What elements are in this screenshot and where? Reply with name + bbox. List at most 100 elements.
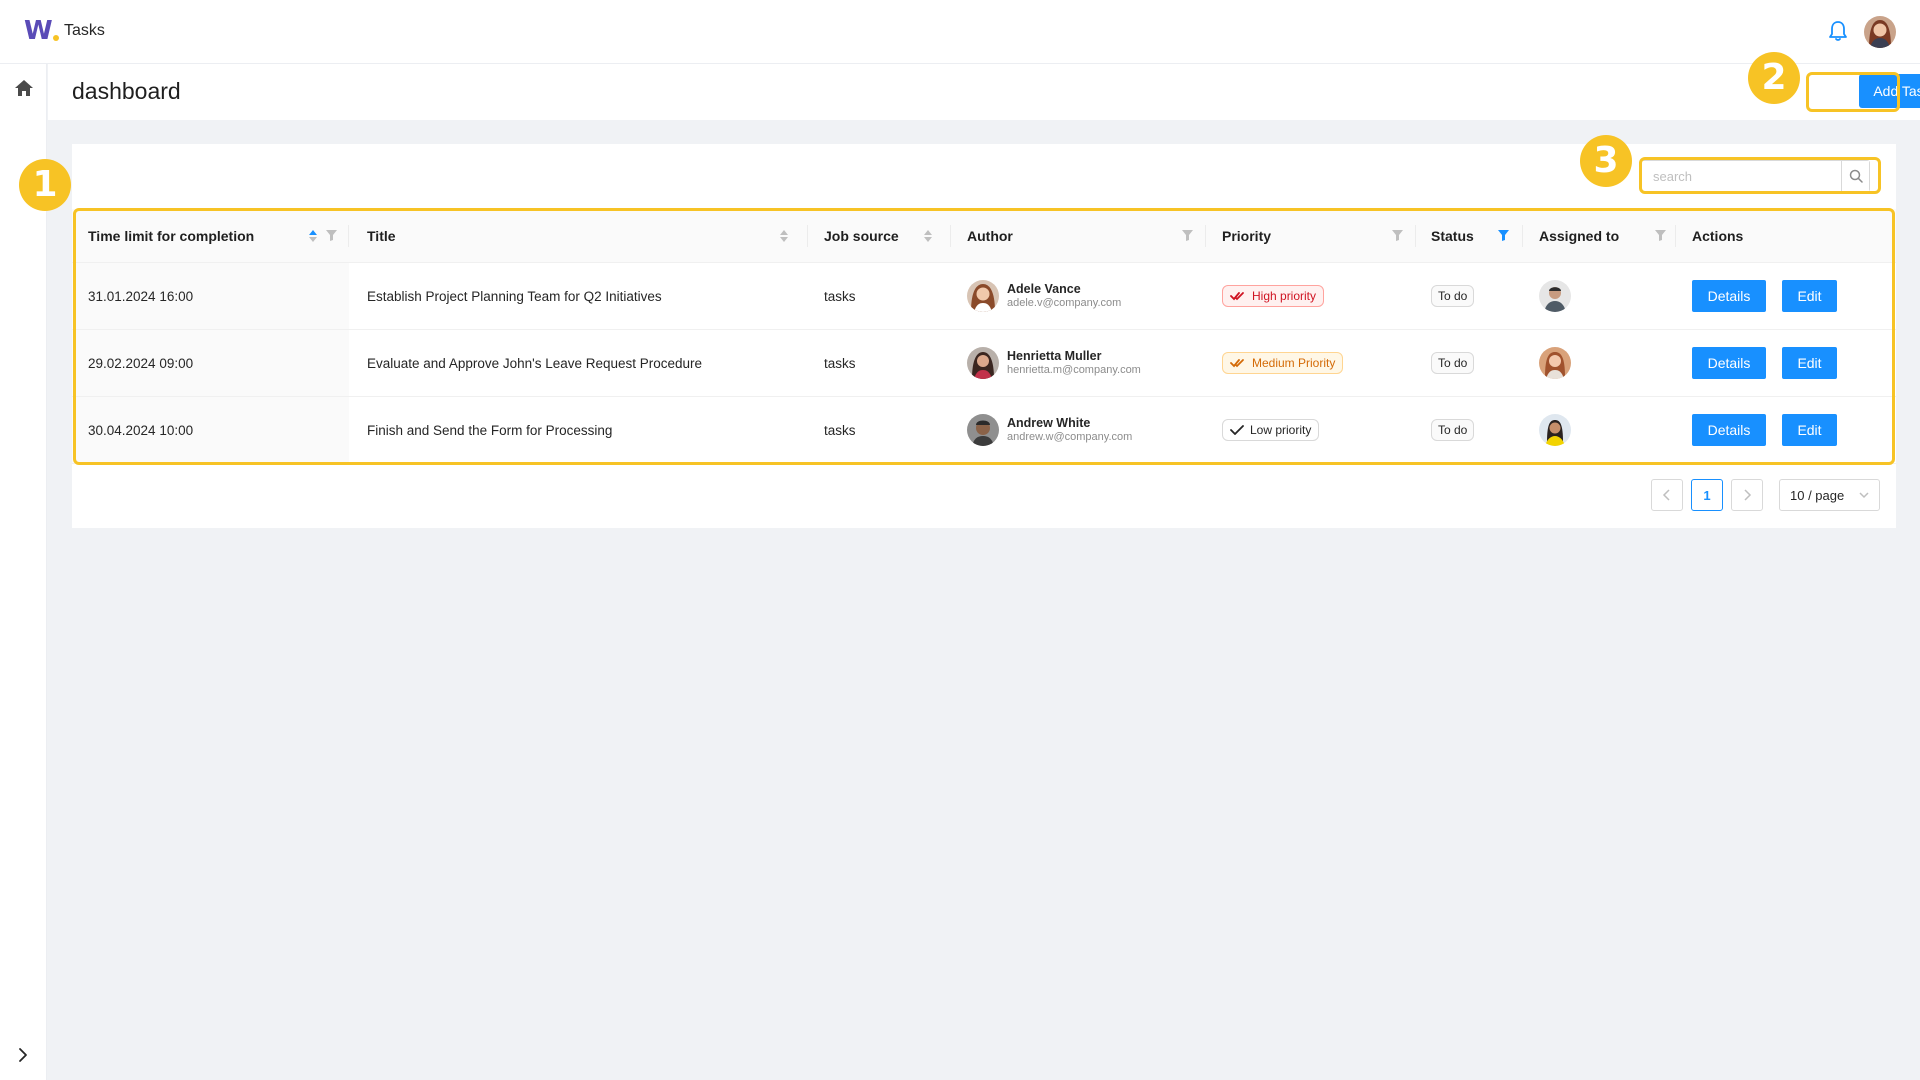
priority-label: Medium Priority bbox=[1252, 356, 1336, 370]
column-separator bbox=[1675, 225, 1676, 247]
double-check-icon bbox=[1230, 359, 1244, 368]
column-separator bbox=[807, 225, 808, 247]
sort-icon[interactable] bbox=[779, 229, 789, 243]
column-header-priority: Priority bbox=[1222, 227, 1272, 244]
assignee-avatar[interactable] bbox=[1539, 414, 1571, 446]
assigned-cell bbox=[1539, 263, 1571, 329]
author-name: Adele Vance bbox=[1007, 282, 1081, 296]
assignee-avatar[interactable] bbox=[1539, 280, 1571, 312]
status-cell: To do bbox=[1431, 397, 1475, 463]
assigned-cell bbox=[1539, 330, 1571, 396]
filter-icon-active[interactable] bbox=[1498, 230, 1509, 241]
actions-cell: Details Edit bbox=[1692, 263, 1837, 329]
author-cell: Henrietta Muller henrietta.m@company.com bbox=[967, 330, 1141, 396]
top-bar: W Tasks bbox=[0, 0, 1920, 64]
author-avatar bbox=[967, 414, 999, 446]
search-input[interactable] bbox=[1641, 161, 1841, 191]
column-header-title[interactable]: Title bbox=[367, 209, 396, 262]
author-cell: Adele Vance adele.v@company.com bbox=[967, 263, 1121, 329]
edit-button[interactable]: Edit bbox=[1782, 280, 1837, 312]
time-limit-cell: 30.04.2024 10:00 bbox=[88, 422, 194, 438]
user-avatar[interactable] bbox=[1864, 16, 1896, 48]
status-badge: To do bbox=[1431, 352, 1475, 374]
pagination-prev[interactable] bbox=[1651, 479, 1683, 511]
filter-icon[interactable] bbox=[1655, 230, 1666, 241]
annotation-marker-2: 2 bbox=[1748, 52, 1800, 104]
priority-cell: Medium Priority bbox=[1222, 330, 1344, 396]
table-header-row: Time limit for completion Title Job sour… bbox=[72, 209, 1896, 263]
column-separator bbox=[1522, 225, 1523, 247]
task-title-cell: Evaluate and Approve John's Leave Reques… bbox=[367, 355, 703, 371]
details-button[interactable]: Details bbox=[1692, 414, 1766, 446]
task-title-cell: Establish Project Planning Team for Q2 I… bbox=[367, 288, 662, 304]
filter-icon[interactable] bbox=[1182, 230, 1193, 241]
status-cell: To do bbox=[1431, 263, 1475, 329]
tasks-card: Time limit for completion Title Job sour… bbox=[72, 144, 1896, 528]
author-controls bbox=[1182, 209, 1193, 262]
assigned-cell bbox=[1539, 397, 1571, 463]
priority-label: High priority bbox=[1252, 289, 1317, 303]
column-separator bbox=[950, 225, 951, 247]
job-source-cell: tasks bbox=[824, 422, 856, 438]
details-button[interactable]: Details bbox=[1692, 280, 1766, 312]
status-badge: To do bbox=[1431, 419, 1475, 441]
filter-icon[interactable] bbox=[1392, 230, 1403, 241]
logo-dot bbox=[52, 35, 59, 41]
pagination-next[interactable] bbox=[1731, 479, 1763, 511]
priority-cell: Low priority bbox=[1222, 397, 1320, 463]
job-source-cell: tasks bbox=[824, 355, 856, 371]
column-header-status: Status bbox=[1431, 227, 1474, 244]
priority-badge-medium: Medium Priority bbox=[1222, 352, 1344, 374]
check-icon bbox=[1230, 425, 1244, 435]
assignee-avatar[interactable] bbox=[1539, 347, 1571, 379]
time-limit-controls bbox=[308, 209, 337, 262]
edit-button[interactable]: Edit bbox=[1782, 347, 1837, 379]
chevron-down-icon bbox=[1859, 492, 1869, 499]
column-separator bbox=[348, 225, 349, 247]
priority-cell: High priority bbox=[1222, 263, 1325, 329]
actions-cell: Details Edit bbox=[1692, 397, 1837, 463]
status-badge: To do bbox=[1431, 285, 1475, 307]
author-email: adele.v@company.com bbox=[1007, 297, 1122, 309]
sort-icon[interactable] bbox=[308, 229, 318, 243]
double-check-icon bbox=[1230, 292, 1244, 301]
bell-icon[interactable] bbox=[1828, 20, 1848, 42]
details-button[interactable]: Details bbox=[1692, 347, 1766, 379]
page-size-select[interactable]: 10 / page bbox=[1779, 479, 1880, 511]
author-avatar bbox=[967, 347, 999, 379]
title-controls bbox=[779, 209, 789, 262]
sidebar bbox=[0, 64, 47, 1080]
page-size-value: 10 / page bbox=[1790, 487, 1845, 503]
task-title-cell: Finish and Send the Form for Processing bbox=[367, 422, 613, 438]
search-box bbox=[1640, 160, 1870, 192]
column-header-author: Author bbox=[967, 227, 1013, 244]
page-header: dashboard Add Task bbox=[48, 64, 1920, 120]
search-button[interactable] bbox=[1841, 161, 1869, 191]
priority-badge-high: High priority bbox=[1222, 285, 1325, 307]
priority-controls bbox=[1392, 209, 1403, 262]
page-title: dashboard bbox=[72, 78, 181, 104]
add-task-button[interactable]: Add Task bbox=[1859, 74, 1920, 108]
chevron-right-icon bbox=[1744, 489, 1752, 501]
column-header-job-source[interactable]: Job source bbox=[824, 209, 899, 262]
time-limit-cell: 29.02.2024 09:00 bbox=[88, 355, 194, 371]
column-header-time-limit[interactable]: Time limit for completion bbox=[88, 209, 254, 262]
time-limit-cell: 31.01.2024 16:00 bbox=[88, 288, 194, 304]
pagination-page[interactable]: 1 bbox=[1691, 479, 1723, 511]
table-row: 29.02.2024 09:00 Evaluate and Approve Jo… bbox=[72, 330, 1896, 397]
column-header-assigned-to: Assigned to bbox=[1539, 227, 1620, 244]
table-row: 31.01.2024 16:00 Establish Project Plann… bbox=[72, 263, 1896, 330]
edit-button[interactable]: Edit bbox=[1782, 414, 1837, 446]
expand-icon[interactable] bbox=[16, 1047, 30, 1063]
annotation-marker-3: 3 bbox=[1580, 135, 1632, 187]
logo[interactable]: W bbox=[24, 18, 59, 44]
author-cell: Andrew White andrew.w@company.com bbox=[967, 397, 1132, 463]
author-email: henrietta.m@company.com bbox=[1007, 364, 1141, 376]
home-icon[interactable] bbox=[14, 78, 34, 98]
table-row: 30.04.2024 10:00 Finish and Send the For… bbox=[72, 397, 1896, 464]
status-controls bbox=[1498, 209, 1509, 262]
column-separator bbox=[1205, 225, 1206, 247]
filter-icon[interactable] bbox=[326, 230, 337, 241]
sort-icon[interactable] bbox=[923, 229, 933, 243]
actions-cell: Details Edit bbox=[1692, 330, 1837, 396]
